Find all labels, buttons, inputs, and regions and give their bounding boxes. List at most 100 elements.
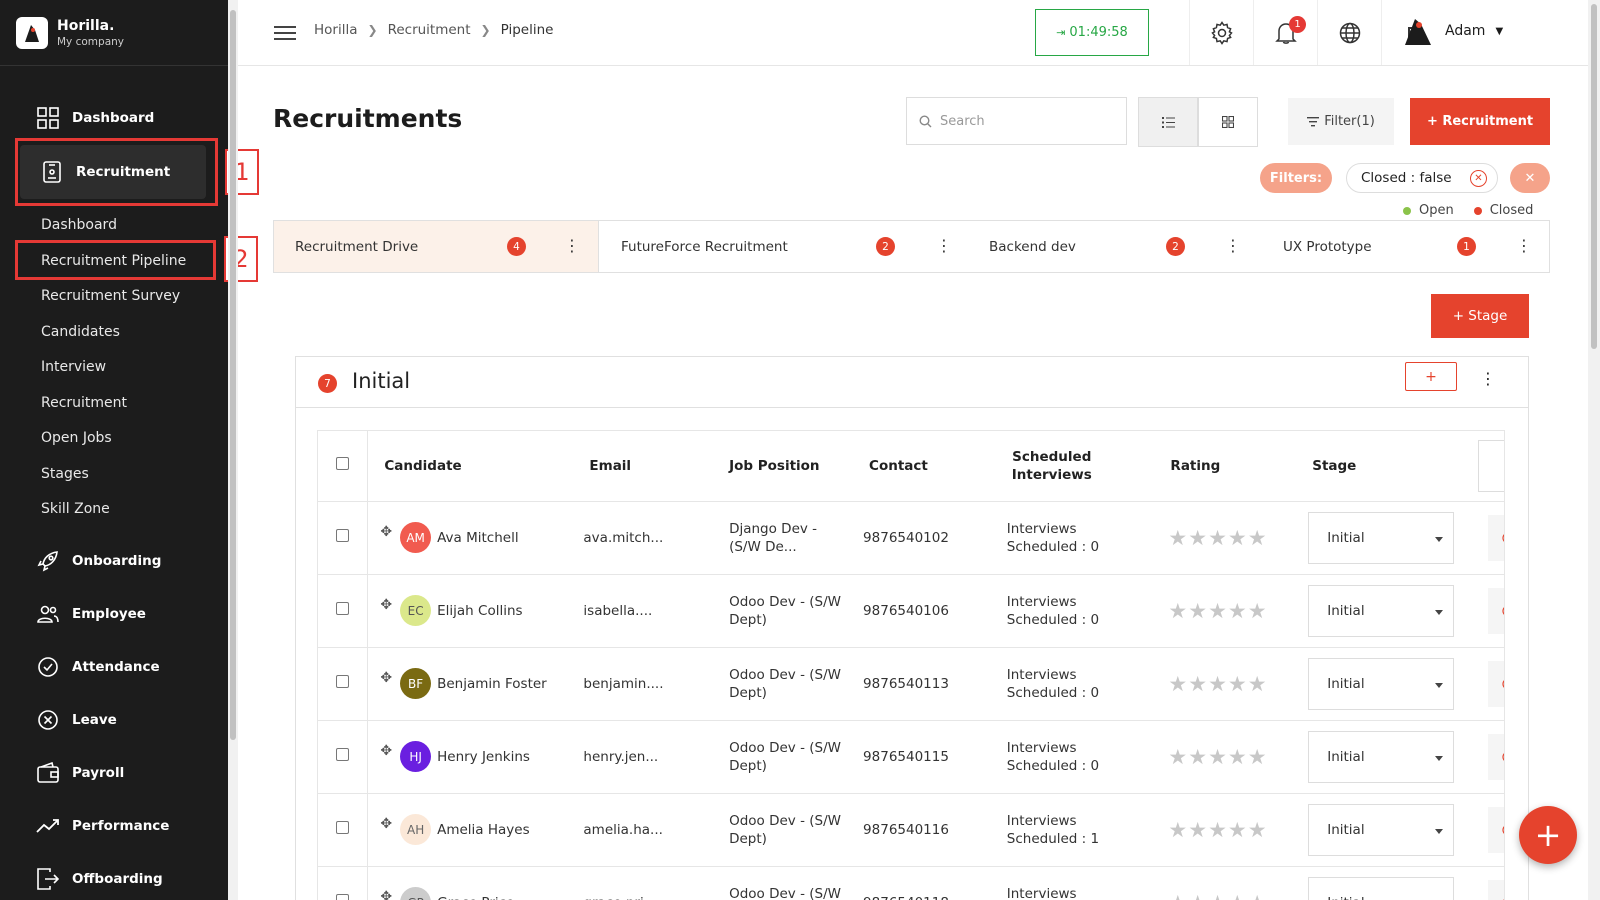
drag-handle-icon[interactable]: ✥ (380, 670, 392, 686)
clear-filters-button[interactable]: ✕ (1510, 163, 1550, 193)
tab-ux-prototype[interactable]: UX Prototype 1 ⋮ (1262, 221, 1550, 272)
star-icon[interactable]: ★ (1208, 891, 1228, 900)
sidebar-subitem-interview[interactable]: Interview (41, 359, 106, 375)
star-icon[interactable]: ★ (1208, 745, 1228, 769)
add-recruitment-button[interactable]: + Recruitment (1410, 98, 1550, 145)
table-row[interactable]: ✥ AH Amelia Hayes amelia.ha... Odoo Dev … (318, 793, 1504, 867)
search-box[interactable] (906, 97, 1127, 145)
sidebar-subitem-recruitment[interactable]: Recruitment (41, 395, 127, 411)
star-icon[interactable]: ★ (1168, 599, 1188, 623)
drag-handle-icon[interactable]: ✥ (380, 889, 392, 900)
drag-handle-icon[interactable]: ✥ (380, 743, 392, 759)
star-icon[interactable]: ★ (1208, 818, 1228, 842)
stage-select[interactable]: Initial (1308, 803, 1455, 856)
sidebar-scrollbar[interactable] (228, 0, 238, 900)
star-rating[interactable]: ★★★★★ (1168, 526, 1267, 550)
page-scrollbar-thumb[interactable] (1591, 4, 1597, 349)
sidebar-item-leave[interactable]: Leave (16, 698, 208, 742)
user-menu[interactable]: Adam ▼ (1403, 15, 1503, 47)
star-icon[interactable]: ★ (1188, 891, 1208, 900)
hamburger-menu-icon[interactable] (274, 22, 296, 42)
star-icon[interactable]: ★ (1228, 891, 1248, 900)
star-icon[interactable]: ★ (1228, 526, 1248, 550)
star-icon[interactable]: ★ (1188, 526, 1208, 550)
star-icon[interactable]: ★ (1208, 526, 1228, 550)
sidebar-item-payroll[interactable]: Payroll (16, 751, 208, 795)
grid-view-button[interactable] (1198, 97, 1258, 147)
candidates-table[interactable]: Candidate Email Job Position Contact Sch… (317, 430, 1505, 900)
settings-button[interactable] (1189, 0, 1253, 65)
tab-backend-dev[interactable]: Backend dev 2 ⋮ (969, 221, 1261, 272)
candidate-name[interactable]: Grace Price (437, 895, 514, 900)
star-icon[interactable]: ★ (1248, 526, 1268, 550)
col-candidate[interactable]: Candidate (367, 431, 574, 502)
sidebar-subitem-stages[interactable]: Stages (41, 466, 89, 482)
drag-handle-icon[interactable]: ✥ (380, 597, 392, 613)
add-candidate-button[interactable]: + (1405, 362, 1457, 391)
list-view-button[interactable] (1138, 97, 1198, 147)
legend-closed[interactable]: Closed (1490, 203, 1534, 218)
sidebar-subitem-candidates[interactable]: Candidates (41, 324, 120, 340)
col-email[interactable]: Email (573, 431, 714, 502)
row-checkbox[interactable] (336, 748, 349, 761)
star-icon[interactable]: ★ (1228, 599, 1248, 623)
schedule-interview-button[interactable] (1488, 879, 1504, 900)
star-icon[interactable]: ★ (1248, 672, 1268, 696)
star-icon[interactable]: ★ (1168, 818, 1188, 842)
star-icon[interactable]: ★ (1248, 818, 1268, 842)
star-icon[interactable]: ★ (1248, 599, 1268, 623)
star-rating[interactable]: ★★★★★ (1168, 891, 1267, 900)
star-rating[interactable]: ★★★★★ (1168, 818, 1267, 842)
star-icon[interactable]: ★ (1188, 599, 1208, 623)
star-icon[interactable]: ★ (1228, 672, 1248, 696)
star-icon[interactable]: ★ (1208, 599, 1228, 623)
kebab-menu-icon[interactable]: ⋮ (1225, 236, 1241, 255)
star-icon[interactable]: ★ (1168, 891, 1188, 900)
col-contact[interactable]: Contact (853, 431, 991, 502)
language-button[interactable] (1317, 0, 1381, 65)
sidebar-subitem-open-jobs[interactable]: Open Jobs (41, 430, 112, 446)
sidebar-item-onboarding[interactable]: Onboarding (16, 539, 208, 583)
schedule-interview-button[interactable] (1488, 733, 1504, 780)
col-stage[interactable]: Stage (1298, 431, 1469, 502)
brand[interactable]: Horilla. My company (0, 0, 228, 66)
table-row[interactable]: ✥ AM Ava Mitchell ava.mitch... Django De… (318, 501, 1504, 575)
sidebar-subitem-dashboard[interactable]: Dashboard (41, 217, 117, 233)
star-icon[interactable]: ★ (1168, 745, 1188, 769)
drag-handle-icon[interactable]: ✥ (380, 524, 392, 540)
notifications-button[interactable]: 1 (1253, 0, 1317, 65)
drag-handle-icon[interactable]: ✥ (380, 816, 392, 832)
schedule-interview-button[interactable] (1488, 514, 1504, 561)
select-all-checkbox[interactable] (336, 457, 349, 471)
star-rating[interactable]: ★★★★★ (1168, 599, 1267, 623)
star-icon[interactable]: ★ (1228, 818, 1248, 842)
sidebar-scrollbar-thumb[interactable] (230, 10, 236, 740)
row-checkbox[interactable] (336, 529, 349, 542)
star-icon[interactable]: ★ (1188, 818, 1208, 842)
stage-select[interactable]: Initial (1308, 584, 1455, 637)
star-icon[interactable]: ★ (1168, 526, 1188, 550)
row-checkbox[interactable] (336, 675, 349, 688)
sidebar-subitem-recruitment-survey[interactable]: Recruitment Survey (41, 288, 180, 304)
col-rating[interactable]: Rating (1158, 431, 1299, 502)
table-row[interactable]: ✥ EC Elijah Collins isabella.... Odoo De… (318, 574, 1504, 648)
kebab-menu-icon[interactable]: ⋮ (564, 236, 580, 255)
stage-select[interactable]: Initial (1308, 657, 1455, 710)
kebab-menu-icon[interactable]: ⋮ (1480, 369, 1496, 388)
row-checkbox[interactable] (336, 894, 349, 900)
page-scrollbar[interactable] (1588, 0, 1600, 900)
row-checkbox[interactable] (336, 602, 349, 615)
table-row[interactable]: ✥ HJ Henry Jenkins henry.jen... Odoo Dev… (318, 720, 1504, 794)
kebab-menu-icon[interactable]: ⋮ (1516, 236, 1532, 255)
sidebar-item-attendance[interactable]: Attendance (16, 645, 208, 689)
star-icon[interactable]: ★ (1248, 745, 1268, 769)
schedule-interview-button[interactable] (1488, 660, 1504, 707)
sidebar-item-employee[interactable]: Employee (16, 592, 208, 636)
legend-open[interactable]: Open (1419, 203, 1454, 218)
stage-select[interactable]: Initial (1308, 876, 1455, 900)
candidate-name[interactable]: Amelia Hayes (437, 822, 530, 838)
search-input[interactable] (940, 113, 1120, 129)
star-icon[interactable]: ★ (1168, 672, 1188, 696)
candidate-name[interactable]: Elijah Collins (437, 603, 522, 619)
table-row[interactable]: ✥ GP Grace Price grace.pri... Odoo Dev -… (318, 866, 1504, 900)
